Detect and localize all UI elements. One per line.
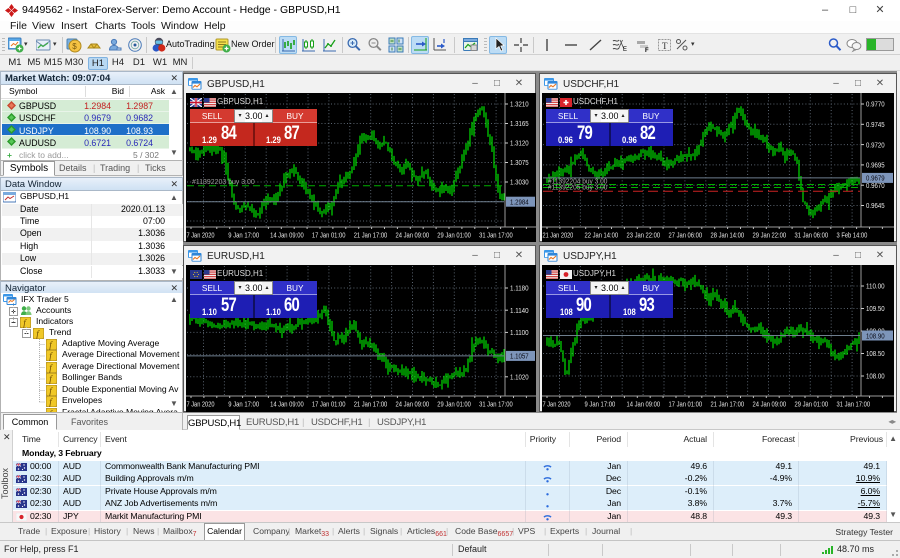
- svg-text:0.9770: 0.9770: [866, 100, 885, 109]
- svg-text:21 Jan 17:00: 21 Jan 17:00: [711, 400, 745, 409]
- svg-text:14 Jan 09:00: 14 Jan 09:00: [270, 400, 304, 409]
- svg-text:14 Jan 09:00: 14 Jan 09:00: [270, 231, 304, 240]
- svg-text:28 Jan 14:00: 28 Jan 14:00: [711, 231, 745, 240]
- svg-text:22 Jan 14:00: 22 Jan 14:00: [585, 231, 619, 240]
- svg-text:17 Jan 01:00: 17 Jan 01:00: [312, 400, 346, 409]
- svg-text:1.3210: 1.3210: [510, 100, 529, 109]
- svg-text:$: $: [72, 42, 77, 51]
- svg-text:0.9679: 0.9679: [866, 174, 885, 183]
- svg-text:1.3030: 1.3030: [510, 178, 529, 187]
- svg-text:T: T: [662, 41, 668, 51]
- svg-text:1.1140: 1.1140: [510, 306, 529, 315]
- svg-text:21 Jan 17:00: 21 Jan 17:00: [354, 400, 388, 409]
- svg-text:7 Jan 2020: 7 Jan 2020: [543, 400, 571, 409]
- svg-text:29 Jan 22:00: 29 Jan 22:00: [753, 231, 787, 240]
- svg-text:F: F: [645, 48, 649, 53]
- svg-text:24 Jan 09:00: 24 Jan 09:00: [396, 400, 430, 409]
- svg-text:31 Jan 17:00: 31 Jan 17:00: [837, 400, 871, 409]
- svg-text:24 Jan 09:00: 24 Jan 09:00: [753, 400, 787, 409]
- svg-text:0.9720: 0.9720: [866, 140, 885, 149]
- svg-text:1.1100: 1.1100: [510, 328, 529, 337]
- svg-text:109.50: 109.50: [866, 304, 885, 313]
- svg-text:21 Jan 17:00: 21 Jan 17:00: [354, 231, 388, 240]
- svg-text:110.00: 110.00: [866, 282, 885, 291]
- svg-text:108.50: 108.50: [866, 349, 885, 358]
- svg-text:0.9745: 0.9745: [866, 120, 885, 129]
- svg-text:9 Jan 17:00: 9 Jan 17:00: [585, 400, 616, 409]
- svg-text:9 Jan 17:00: 9 Jan 17:00: [228, 400, 259, 409]
- svg-text:1.1020: 1.1020: [510, 373, 529, 382]
- svg-text:29 Jan 01:00: 29 Jan 01:00: [795, 400, 829, 409]
- svg-text:29 Jan 01:00: 29 Jan 01:00: [437, 400, 471, 409]
- svg-text:7 Jan 2020: 7 Jan 2020: [187, 400, 215, 409]
- svg-text:7 Jan 2020: 7 Jan 2020: [187, 231, 215, 240]
- svg-text:0.9645: 0.9645: [866, 201, 885, 210]
- svg-text:31 Jan 17:00: 31 Jan 17:00: [479, 400, 513, 409]
- svg-text:1.3120: 1.3120: [510, 139, 529, 148]
- svg-text:31 Jan 06:00: 31 Jan 06:00: [795, 231, 829, 240]
- svg-text:1.1180: 1.1180: [510, 284, 529, 293]
- svg-text:17 Jan 01:00: 17 Jan 01:00: [312, 231, 346, 240]
- svg-text:29 Jan 01:00: 29 Jan 01:00: [437, 231, 471, 240]
- svg-text:9 Jan 17:00: 9 Jan 17:00: [228, 231, 259, 240]
- svg-text:108.90: 108.90: [866, 331, 885, 340]
- svg-text:24 Jan 09:00: 24 Jan 09:00: [396, 231, 430, 240]
- svg-text:1.3075: 1.3075: [510, 158, 529, 167]
- svg-text:#11392205 buy 3.00: #11392205 buy 3.00: [548, 184, 607, 191]
- svg-text:14 Jan 09:00: 14 Jan 09:00: [627, 400, 661, 409]
- svg-text:1.3165: 1.3165: [510, 119, 529, 128]
- svg-text:31 Jan 17:00: 31 Jan 17:00: [479, 231, 513, 240]
- svg-text:E: E: [623, 47, 627, 53]
- svg-text:21 Jan 2020: 21 Jan 2020: [543, 231, 574, 240]
- svg-text:1.1057: 1.1057: [510, 352, 529, 361]
- svg-text:17 Jan 01:00: 17 Jan 01:00: [669, 400, 703, 409]
- svg-text:108.00: 108.00: [866, 372, 885, 381]
- svg-text:3 Feb 14:00: 3 Feb 14:00: [837, 231, 868, 240]
- svg-text:1.2984: 1.2984: [510, 198, 529, 207]
- svg-text:27 Jan 06:00: 27 Jan 06:00: [669, 231, 703, 240]
- svg-text:#11392203 buy 3.00: #11392203 buy 3.00: [192, 179, 255, 186]
- svg-text:0.9695: 0.9695: [866, 161, 885, 170]
- svg-text:23 Jan 22:00: 23 Jan 22:00: [627, 231, 661, 240]
